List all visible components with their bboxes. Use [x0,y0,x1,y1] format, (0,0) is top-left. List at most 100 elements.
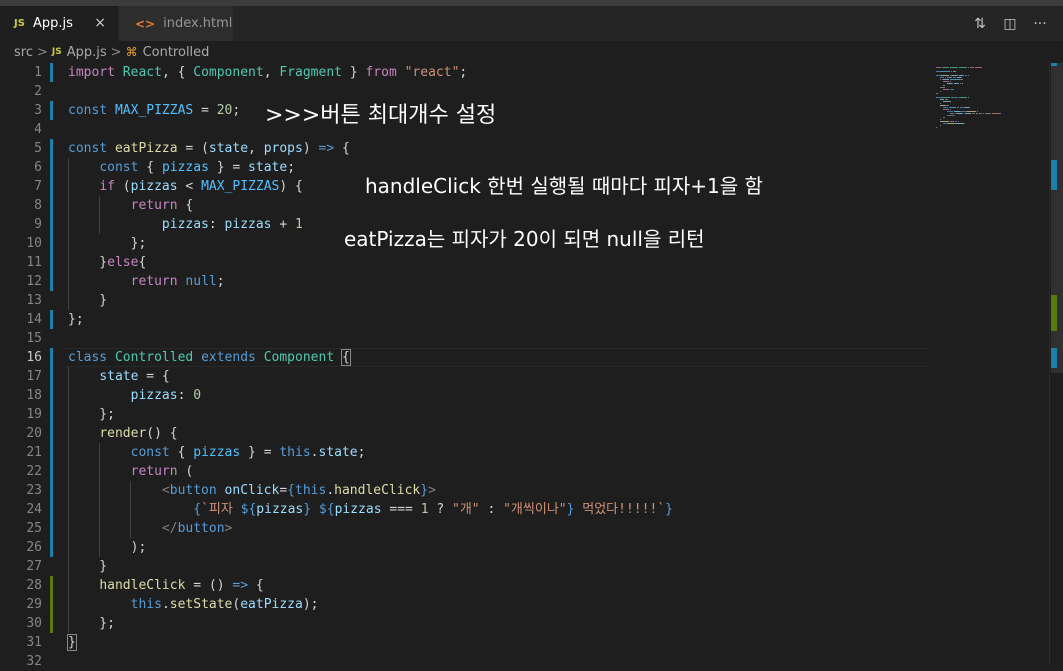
vertical-scrollbar[interactable] [1049,63,1063,664]
line-number: 7 [34,179,42,194]
tab-app-js[interactable]: JS App.js × [0,6,118,41]
breadcrumb-item-symbol[interactable]: Controlled [143,45,210,60]
breadcrumb-item-src[interactable]: src [14,45,33,60]
code-token: }; [68,407,115,422]
code-token: ? [428,502,452,517]
minimap-line [936,127,937,128]
source-control-compare-icon[interactable]: ⇅ [965,16,995,32]
code-token: extends [201,350,256,365]
code-line[interactable]: this.setState(eatPizza); [68,595,673,614]
tab-label: index.html [163,16,233,31]
split-editor-icon[interactable]: ◫ [995,16,1025,32]
minimap-line [939,77,945,78]
code-line[interactable]: }; [68,614,673,633]
minimap-line [954,83,960,84]
code-token: import [68,65,115,80]
minimap-line [970,67,974,68]
modified-line-marker [50,101,53,120]
code-line[interactable] [68,329,673,348]
code-token: Fragment [279,65,342,80]
code-token: from [365,65,397,80]
code-line[interactable]: state = { [68,367,673,386]
code-line[interactable]: handleClick = () => { [68,576,673,595]
code-line[interactable]: const { pizzas } = this.state; [68,443,673,462]
code-token: = ( [177,141,209,156]
code-line[interactable]: }else{ [68,253,673,272]
code-line[interactable]: ); [68,538,673,557]
code-line[interactable]: import React, { Component, Fragment } fr… [68,63,673,82]
tab-index-html[interactable]: <> index.html [118,6,233,41]
code-token: eatPizza [114,141,178,156]
line-number: 29 [26,597,42,612]
code-token: state [99,369,139,384]
code-token: pizzas [334,502,382,517]
breadcrumb-item-file[interactable]: App.js [67,45,107,60]
code-line[interactable]: render() { [68,424,673,443]
line-number: 17 [26,369,42,384]
minimap-line [943,107,948,108]
more-actions-icon[interactable]: ··· [1025,16,1055,32]
line-number: 21 [26,445,42,460]
code-token: } = [208,160,249,175]
code-token: this [130,597,162,612]
minimap-line [953,89,955,90]
code-token: const [99,160,139,175]
code-line[interactable]: return null; [68,272,673,291]
code-line[interactable]: } [68,291,673,310]
minimap[interactable] [930,63,1049,664]
close-icon[interactable]: × [94,15,106,31]
code-token: button [169,483,217,498]
minimap-line [960,79,963,80]
tab-label: App.js [32,16,73,31]
code-token: const [68,141,108,156]
minimap-line [936,71,941,72]
code-token: { [138,255,147,270]
code-line[interactable]: } [67,633,673,652]
minimap-line [936,67,942,68]
code-token: "react" [404,65,460,80]
code-token: = { [138,369,170,384]
code-token: . [310,445,319,460]
code-token: ( [114,179,131,194]
code-line[interactable] [68,652,673,671]
code-token: const [68,103,108,118]
minimap-line [972,113,975,114]
code-token: > [428,483,436,498]
code-line[interactable]: class Controlled extends Component { [68,348,673,367]
code-token: "개" [452,502,480,517]
code-line[interactable]: } [68,557,673,576]
code-token: button [177,521,225,536]
code-line[interactable]: }; [68,405,673,424]
annotation-eat-pizza: eatPizza는 피자가 20이 되면 null을 리턴 [344,227,705,251]
code-editor[interactable]: 1 2 3 4 5 6 7 8 9 10 11 12 13 14 15 16 17 18 19 20 21 22 23 24 2… [0,63,1063,669]
minimap-line [944,87,946,88]
minimap-line [953,77,956,78]
code-line[interactable]: {`피자 ${pizzas} ${pizzas === 1 ? "개" : "개… [68,500,673,519]
minimap-line [939,119,941,120]
code-line[interactable]: const eatPizza = (state, props) => { [68,139,673,158]
code-token: return [130,198,178,213]
code-line[interactable]: <button onClick={this.handleClick}> [68,481,673,500]
code-token: handleClick [334,483,421,498]
code-token: pizzas [256,502,304,517]
code-token: this [295,483,327,498]
code-line[interactable]: }; [68,310,673,329]
line-number: 27 [26,559,42,574]
code-token: ; [357,445,366,460]
minimap-line [943,109,949,110]
code-line[interactable]: return ( [68,462,673,481]
code-line[interactable]: pizzas: 0 [68,386,673,405]
code-token: 0 [193,388,202,403]
code-token: } [67,634,77,651]
code-line[interactable]: </button> [68,519,673,538]
code-token: : [208,217,225,232]
minimap-line [966,111,977,112]
code-content[interactable]: import React, { Component, Fragment } fr… [67,63,673,671]
minimap-line [939,91,941,92]
